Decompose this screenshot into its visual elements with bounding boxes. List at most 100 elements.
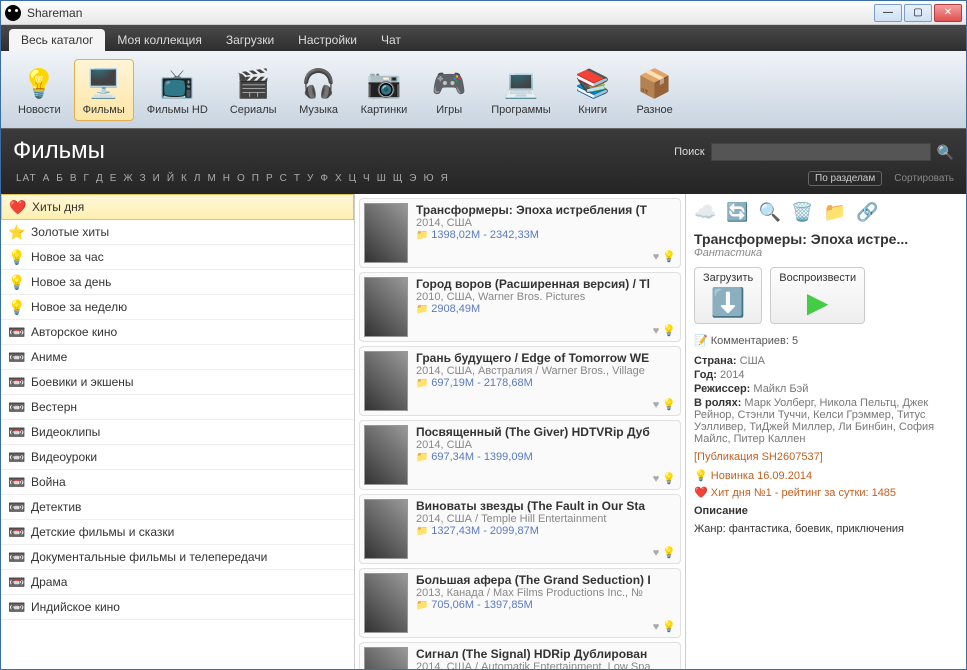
movie-fav-icons[interactable]: ♥ 💡 bbox=[653, 398, 676, 411]
publication-link[interactable]: [Публикация SH2607537] bbox=[694, 451, 958, 463]
sidebar-item[interactable]: 📼Документальные фильмы и телепередачи bbox=[1, 545, 354, 570]
alpha-letter[interactable]: В bbox=[67, 173, 81, 184]
alpha-letter[interactable]: А bbox=[40, 173, 54, 184]
movie-row[interactable]: Трансформеры: Эпоха истребления (T2014, … bbox=[359, 198, 681, 268]
movie-fav-icons[interactable]: ♥ 💡 bbox=[653, 546, 676, 559]
sidebar-item[interactable]: 📼Видеоуроки bbox=[1, 445, 354, 470]
upload-icon[interactable]: ☁️ bbox=[694, 202, 716, 223]
toolbar-item-9[interactable]: 📦Разное bbox=[626, 59, 684, 121]
alpha-letter[interactable]: Щ bbox=[390, 173, 406, 184]
sidebar-item[interactable]: 📼Детские фильмы и сказки bbox=[1, 520, 354, 545]
alpha-letter[interactable]: Н bbox=[220, 173, 234, 184]
alpha-letter[interactable]: С bbox=[277, 173, 291, 184]
alpha-letter[interactable]: Г bbox=[81, 173, 93, 184]
alpha-letter[interactable]: Р bbox=[263, 173, 277, 184]
movie-title: Посвященный (The Giver) HDTVRip Дуб bbox=[416, 425, 676, 439]
alpha-letter[interactable]: Ч bbox=[360, 173, 374, 184]
movie-row[interactable]: Город воров (Расширенная версия) / Tl201… bbox=[359, 272, 681, 342]
alpha-letter[interactable]: О bbox=[234, 173, 249, 184]
search-detail-icon[interactable]: 🔍 bbox=[759, 202, 781, 223]
movie-size: 705,06M - 1397,85M bbox=[416, 599, 676, 611]
alpha-letter[interactable]: Е bbox=[107, 173, 121, 184]
refresh-icon[interactable]: 🔄 bbox=[726, 202, 748, 223]
folder-icon[interactable]: 📁 bbox=[824, 202, 846, 223]
alpha-letter[interactable]: П bbox=[249, 173, 263, 184]
toolbar-icon: 📺 bbox=[157, 64, 197, 104]
alpha-letter[interactable]: К bbox=[178, 173, 191, 184]
sidebar-item[interactable]: 📼Война bbox=[1, 470, 354, 495]
alpha-letter[interactable]: Ф bbox=[317, 173, 332, 184]
alpha-letter[interactable]: Х bbox=[332, 173, 346, 184]
menu-tab-3[interactable]: Настройки bbox=[286, 29, 369, 51]
sidebar-item[interactable]: 📼Индийское кино bbox=[1, 595, 354, 620]
sidebar-item[interactable]: 📼Авторское кино bbox=[1, 320, 354, 345]
download-button[interactable]: Загрузить ⬇️ bbox=[694, 267, 762, 324]
menu-tab-2[interactable]: Загрузки bbox=[214, 29, 286, 51]
sidebar-item[interactable]: 📼Драма bbox=[1, 570, 354, 595]
sidebar-item[interactable]: ⭐Золотые хиты bbox=[1, 220, 354, 245]
alpha-letter[interactable]: И bbox=[150, 173, 164, 184]
toolbar-item-6[interactable]: 🎮Игры bbox=[420, 59, 478, 121]
sidebar-item[interactable]: 📼Детектив bbox=[1, 495, 354, 520]
alpha-letter[interactable]: Л bbox=[191, 173, 205, 184]
movie-title: Трансформеры: Эпоха истребления (T bbox=[416, 203, 676, 217]
sidebar-item[interactable]: 📼Аниме bbox=[1, 345, 354, 370]
filter-by-sections[interactable]: По разделам bbox=[808, 171, 882, 186]
alpha-letter[interactable]: У bbox=[304, 173, 317, 184]
toolbar-item-7[interactable]: 💻Программы bbox=[482, 59, 559, 121]
movie-thumb bbox=[364, 647, 408, 669]
menu-tab-1[interactable]: Моя коллекция bbox=[105, 29, 213, 51]
menu-tab-0[interactable]: Весь каталог bbox=[9, 29, 105, 51]
alpha-letter[interactable]: М bbox=[204, 173, 219, 184]
sidebar-item[interactable]: 📼Видеоклипы bbox=[1, 420, 354, 445]
sort-label[interactable]: Сортировать bbox=[894, 173, 954, 184]
details-panel: ☁️ 🔄 🔍 🗑️ 📁 🔗 Трансформеры: Эпоха истре.… bbox=[686, 194, 966, 669]
alpha-letter[interactable]: Э bbox=[406, 173, 420, 184]
alpha-letter[interactable]: Ю bbox=[420, 173, 437, 184]
sidebar-item[interactable]: 📼Боевики и экшены bbox=[1, 370, 354, 395]
alpha-letter[interactable]: Т bbox=[291, 173, 304, 184]
sidebar-item[interactable]: 💡Новое за день bbox=[1, 270, 354, 295]
movie-size: 697,34M - 1399,09M bbox=[416, 451, 676, 463]
comments-count[interactable]: 📝 Комментариев: 5 bbox=[694, 334, 958, 347]
trash-icon[interactable]: 🗑️ bbox=[791, 202, 813, 223]
toolbar-item-8[interactable]: 📚Книги bbox=[564, 59, 622, 121]
movie-row[interactable]: Грань будущего / Edge of Tomorrow WE2014… bbox=[359, 346, 681, 416]
search-input[interactable] bbox=[711, 143, 931, 161]
sidebar-item[interactable]: 💡Новое за неделю bbox=[1, 295, 354, 320]
alpha-letter[interactable]: Б bbox=[53, 173, 67, 184]
alpha-letter[interactable]: Ш bbox=[374, 173, 390, 184]
play-button[interactable]: Воспроизвести ▶ bbox=[770, 267, 865, 324]
movie-fav-icons[interactable]: ♥ 💡 bbox=[653, 324, 676, 337]
toolbar-item-2[interactable]: 📺Фильмы HD bbox=[138, 59, 217, 121]
maximize-button[interactable]: ▢ bbox=[904, 4, 932, 22]
sidebar-item[interactable]: 💡Новое за час bbox=[1, 245, 354, 270]
alpha-letter[interactable]: Ц bbox=[346, 173, 360, 184]
sidebar-item[interactable]: 📼Вестерн bbox=[1, 395, 354, 420]
alpha-letter[interactable]: Ж bbox=[120, 173, 136, 184]
toolbar-item-3[interactable]: 🎬Сериалы bbox=[221, 59, 286, 121]
alpha-letter[interactable]: Й bbox=[164, 173, 178, 184]
movie-row[interactable]: Сигнал (The Signal) HDRip Дублирован2014… bbox=[359, 642, 681, 669]
toolbar-item-1[interactable]: 🖥️Фильмы bbox=[74, 59, 134, 121]
minimize-button[interactable]: — bbox=[874, 4, 902, 22]
toolbar-item-0[interactable]: 💡Новости bbox=[9, 59, 70, 121]
movie-row[interactable]: Большая афера (The Grand Seduction) I201… bbox=[359, 568, 681, 638]
movie-fav-icons[interactable]: ♥ 💡 bbox=[653, 472, 676, 485]
share-icon[interactable]: 🔗 bbox=[856, 202, 878, 223]
toolbar-item-4[interactable]: 🎧Музыка bbox=[290, 59, 348, 121]
movie-row[interactable]: Виноваты звезды (The Fault in Our Sta201… bbox=[359, 494, 681, 564]
movie-fav-icons[interactable]: ♥ 💡 bbox=[653, 620, 676, 633]
alpha-letter[interactable]: Д bbox=[93, 173, 107, 184]
menubar: Весь каталогМоя коллекцияЗагрузкиНастрой… bbox=[1, 25, 966, 51]
menu-tab-4[interactable]: Чат bbox=[369, 29, 413, 51]
sidebar-item[interactable]: ❤️Хиты дня bbox=[1, 194, 354, 220]
movie-fav-icons[interactable]: ♥ 💡 bbox=[653, 250, 676, 263]
movie-row[interactable]: Посвященный (The Giver) HDTVRip Дуб2014,… bbox=[359, 420, 681, 490]
alpha-letter[interactable]: LAT bbox=[13, 173, 40, 184]
close-button[interactable]: ✕ bbox=[934, 4, 962, 22]
search-icon[interactable]: 🔍 bbox=[937, 144, 954, 161]
toolbar-item-5[interactable]: 📷Картинки bbox=[352, 59, 417, 121]
alpha-letter[interactable]: Я bbox=[438, 173, 452, 184]
alpha-letter[interactable]: З bbox=[137, 173, 150, 184]
